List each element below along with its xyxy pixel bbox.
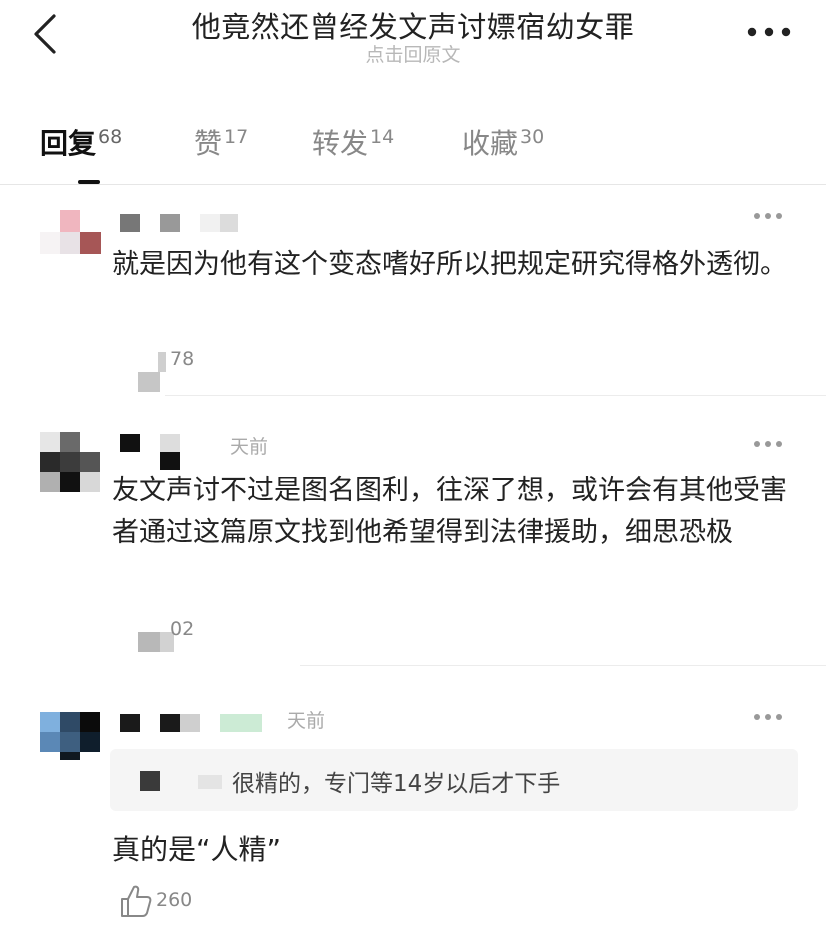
view-original-link[interactable]: 点击回原文: [0, 40, 826, 67]
tab-likes[interactable]: 赞 17: [194, 122, 248, 162]
comment-item: [0, 190, 826, 395]
tab-replies[interactable]: 回复 68: [40, 122, 122, 162]
like-button[interactable]: 260: [120, 884, 210, 920]
comment-more-icon[interactable]: [753, 712, 783, 722]
comment-more-icon[interactable]: [753, 439, 783, 449]
tab-favorites[interactable]: 收藏 30: [462, 122, 544, 162]
like-count: 260: [156, 889, 193, 911]
comment-time: 天前: [230, 436, 269, 458]
like-count: 78: [170, 348, 195, 370]
tabs-divider: [0, 184, 826, 185]
like-count: 02: [170, 618, 195, 640]
username[interactable]: [120, 434, 190, 474]
tab-count: 30: [520, 126, 545, 148]
comment-text: 真的是“人精”: [112, 833, 282, 866]
tab-label: 转发: [312, 127, 369, 160]
tab-count: 17: [224, 126, 249, 148]
quoted-text: 很精的，专门等14岁以后才下手: [232, 771, 561, 797]
like-button[interactable]: 02: [138, 616, 208, 656]
tab-label: 赞: [194, 127, 223, 160]
username[interactable]: [120, 214, 240, 234]
more-button[interactable]: [746, 24, 792, 40]
thumbs-up-icon: [121, 885, 152, 917]
comment-more-icon[interactable]: [753, 211, 783, 221]
comment-divider: [165, 395, 826, 396]
username[interactable]: [120, 714, 270, 734]
tab-count: 68: [98, 126, 123, 148]
comment-text: 友文声讨不过是图名图利，往深了想，或许会有其他受害者通过这篇原文找到他希望得到法…: [112, 475, 787, 548]
avatar[interactable]: [40, 712, 100, 762]
comment-time: 天前: [287, 710, 326, 732]
tab-reposts[interactable]: 转发 14: [312, 122, 394, 162]
tab-label: 回复: [40, 127, 97, 160]
avatar[interactable]: [40, 432, 102, 494]
more-horizontal-icon: [747, 27, 791, 37]
comment-divider: [300, 665, 826, 666]
avatar[interactable]: [40, 210, 104, 256]
tab-count: 14: [370, 126, 395, 148]
like-button[interactable]: 78: [138, 346, 208, 392]
comment-text: 就是因为他有这个变态嗜好所以把规定研究得格外透彻。: [112, 249, 787, 280]
tab-label: 收藏: [462, 127, 519, 160]
